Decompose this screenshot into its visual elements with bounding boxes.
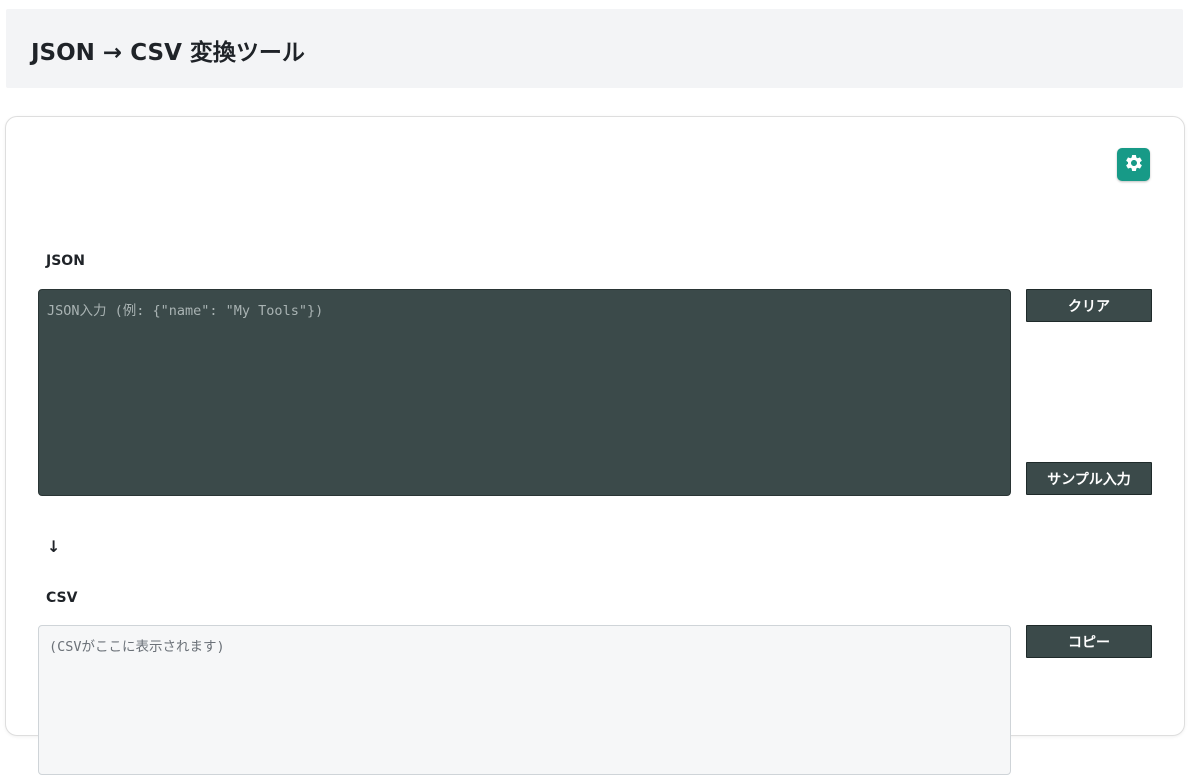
copy-button[interactable]: コピー bbox=[1026, 625, 1152, 658]
json-label: JSON bbox=[46, 253, 85, 269]
csv-label: CSV bbox=[46, 590, 78, 606]
settings-button[interactable] bbox=[1117, 148, 1150, 181]
page-title: JSON → CSV 変換ツール bbox=[31, 40, 305, 66]
json-input[interactable] bbox=[38, 289, 1011, 496]
sample-input-button[interactable]: サンプル入力 bbox=[1026, 462, 1152, 495]
down-arrow-icon: ↓ bbox=[47, 537, 61, 556]
page-header: JSON → CSV 変換ツール bbox=[6, 9, 1183, 88]
csv-output[interactable] bbox=[38, 625, 1011, 775]
converter-card: JSON クリア サンプル入力 ↓ CSV コピー bbox=[5, 116, 1185, 775]
clear-button[interactable]: クリア bbox=[1026, 289, 1152, 322]
gear-icon bbox=[1124, 153, 1144, 177]
